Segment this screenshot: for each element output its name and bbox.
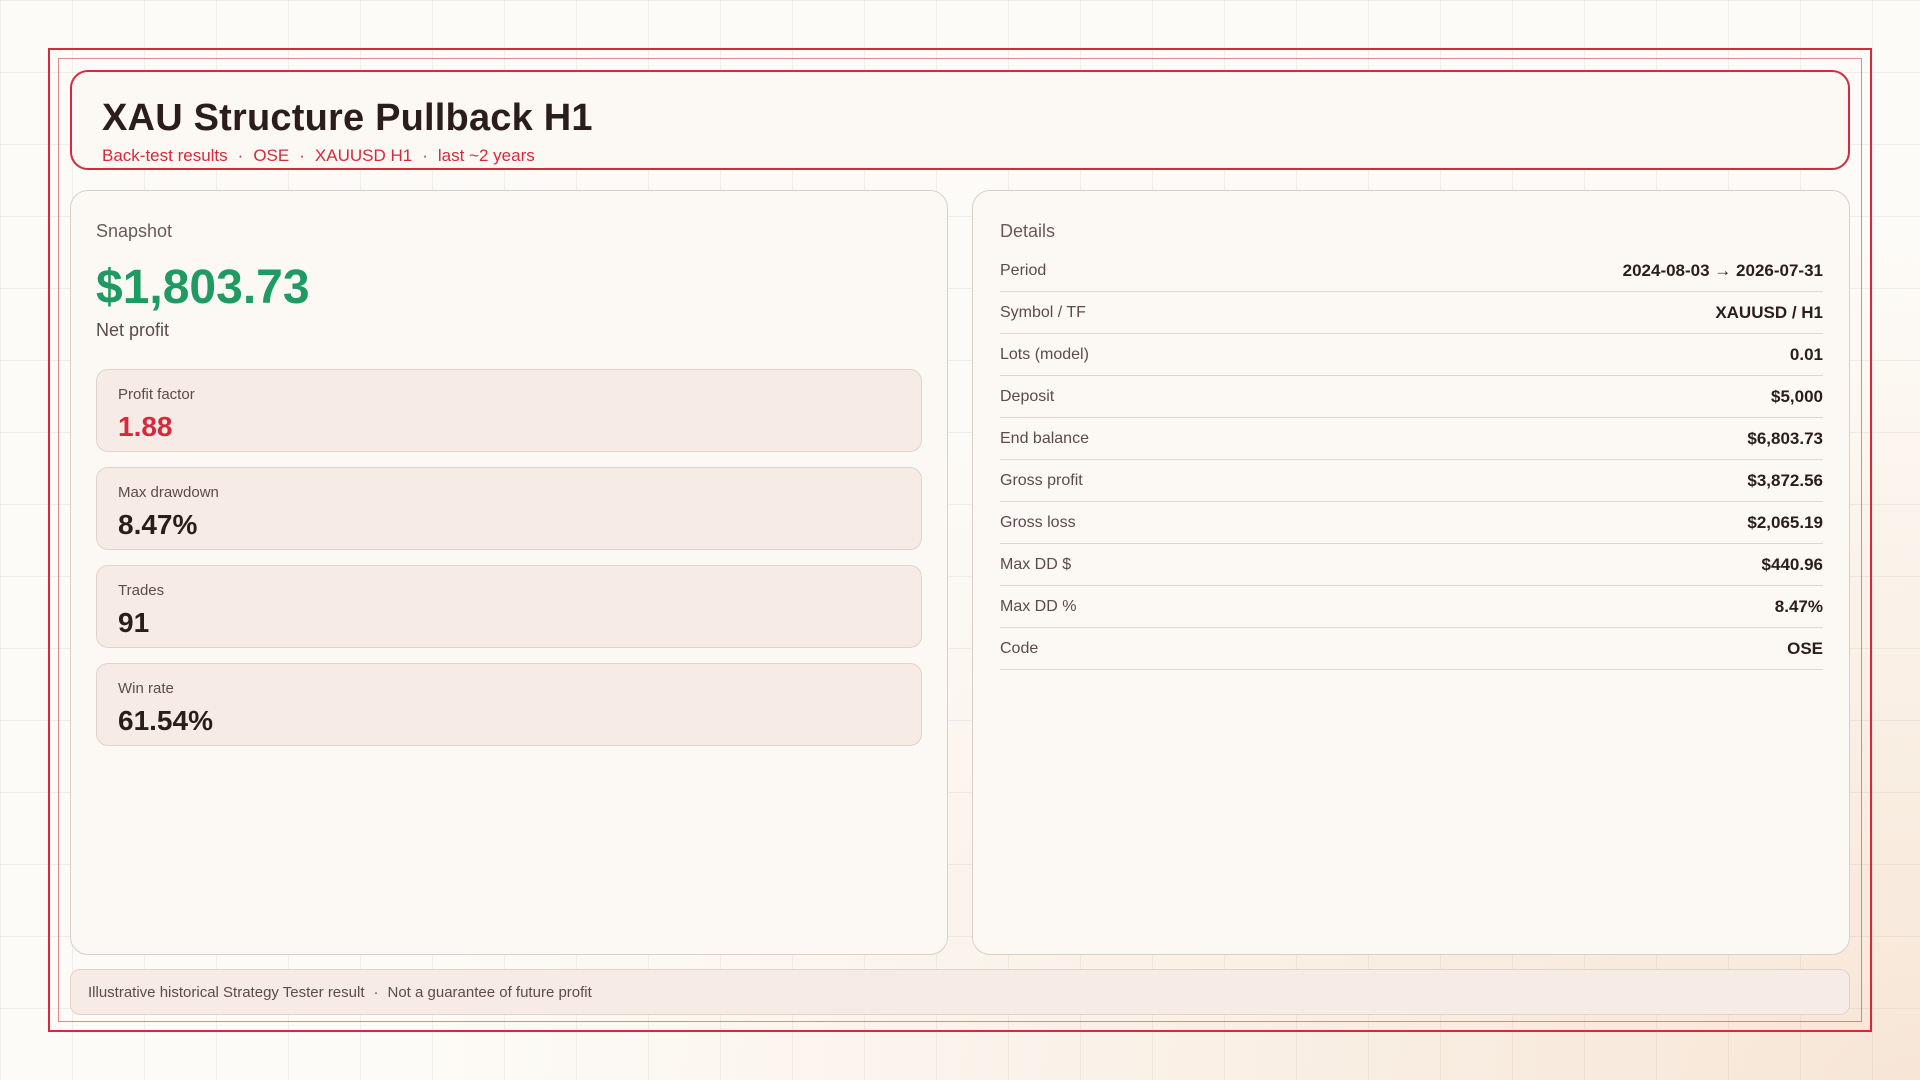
subtitle-separator: · <box>299 146 305 165</box>
detail-row-code: Code OSE <box>1000 628 1823 670</box>
detail-value: $3,872.56 <box>1747 470 1823 490</box>
detail-key: Deposit <box>1000 387 1055 405</box>
stat-label: Max drawdown <box>118 484 219 501</box>
stat-card-max-drawdown: Max drawdown 8.47% <box>96 467 922 550</box>
stat-card-profit-factor: Profit factor 1.88 <box>96 369 922 452</box>
snapshot-panel: Snapshot $1,803.73 Net profit Profit fac… <box>70 190 948 955</box>
subtitle-separator: · <box>237 146 244 165</box>
stat-value: 91 <box>118 607 150 638</box>
details-list: Period 2024-08-03 → 2026-07-31 Symbol / … <box>1000 250 1823 670</box>
detail-value: 2024-08-03 → 2026-07-31 <box>1622 260 1823 280</box>
detail-row-lots: Lots (model) 0.01 <box>1000 334 1823 376</box>
disclaimer-footer: Illustrative historical Strategy Tester … <box>70 969 1850 1015</box>
detail-key: End balance <box>1000 429 1089 447</box>
detail-value: XAUUSD / H1 <box>1715 302 1823 322</box>
stat-cards: Profit factor 1.88 Max drawdown 8.47% Tr… <box>96 369 922 746</box>
snapshot-label: Snapshot <box>96 221 173 241</box>
detail-key: Gross profit <box>1000 471 1083 489</box>
detail-value: 0.01 <box>1789 344 1823 364</box>
stat-label: Trades <box>118 582 165 599</box>
page-subtitle: Back-test results · OSE · XAUUSD H1 · la… <box>102 146 1818 166</box>
net-profit-label: Net profit <box>96 320 170 340</box>
subtitle-separator: · <box>422 146 428 165</box>
details-label: Details <box>1000 221 1056 241</box>
stat-card-win-rate: Win rate 61.54% <box>96 663 922 746</box>
detail-row-gross-loss: Gross loss $2,065.19 <box>1000 502 1823 544</box>
detail-value: $5,000 <box>1771 386 1823 406</box>
detail-value: $440.96 <box>1761 554 1823 574</box>
detail-row-max-dd-percent: Max DD % 8.47% <box>1000 586 1823 628</box>
detail-value: $6,803.73 <box>1747 428 1823 448</box>
stat-label: Profit factor <box>118 386 195 403</box>
disclaimer-note: Not a guarantee of future profit <box>387 983 592 1001</box>
detail-key: Code <box>1000 639 1039 657</box>
detail-row-gross-profit: Gross profit $3,872.56 <box>1000 460 1823 502</box>
stat-label: Win rate <box>118 680 174 697</box>
subtitle-code: OSE <box>253 146 290 165</box>
subtitle-context: Back-test results <box>102 146 228 165</box>
detail-key: Lots (model) <box>1000 345 1089 363</box>
footer-separator: · <box>373 983 379 1001</box>
detail-key: Max DD $ <box>1000 555 1072 573</box>
stat-value: 61.54% <box>118 705 213 736</box>
disclaimer-text: Illustrative historical Strategy Tester … <box>88 983 365 1001</box>
stat-value: 1.88 <box>118 411 173 442</box>
subtitle-symbol: XAUUSD H1 <box>314 146 413 165</box>
stat-card-trades: Trades 91 <box>96 565 922 648</box>
detail-row-period: Period 2024-08-03 → 2026-07-31 <box>1000 250 1823 292</box>
detail-value: 8.47% <box>1774 596 1823 616</box>
subtitle-range: last ~2 years <box>437 146 535 165</box>
detail-row-end-balance: End balance $6,803.73 <box>1000 418 1823 460</box>
detail-key: Symbol / TF <box>1000 303 1086 321</box>
detail-row-max-dd-dollar: Max DD $ $440.96 <box>1000 544 1823 586</box>
detail-value: OSE <box>1787 638 1823 658</box>
stat-value: 8.47% <box>118 509 198 540</box>
detail-key: Max DD % <box>1000 597 1077 615</box>
detail-key: Gross loss <box>1000 513 1076 531</box>
detail-key: Period <box>1000 261 1047 279</box>
detail-row-deposit: Deposit $5,000 <box>1000 376 1823 418</box>
detail-value: $2,065.19 <box>1747 512 1823 532</box>
page-title: XAU Structure Pullback H1 <box>102 97 593 139</box>
header-card: XAU Structure Pullback H1 Back-test resu… <box>70 70 1850 170</box>
detail-row-symbol: Symbol / TF XAUUSD / H1 <box>1000 292 1823 334</box>
details-panel: Details Period 2024-08-03 → 2026-07-31 S… <box>972 190 1850 955</box>
net-profit-value: $1,803.73 <box>96 261 310 314</box>
